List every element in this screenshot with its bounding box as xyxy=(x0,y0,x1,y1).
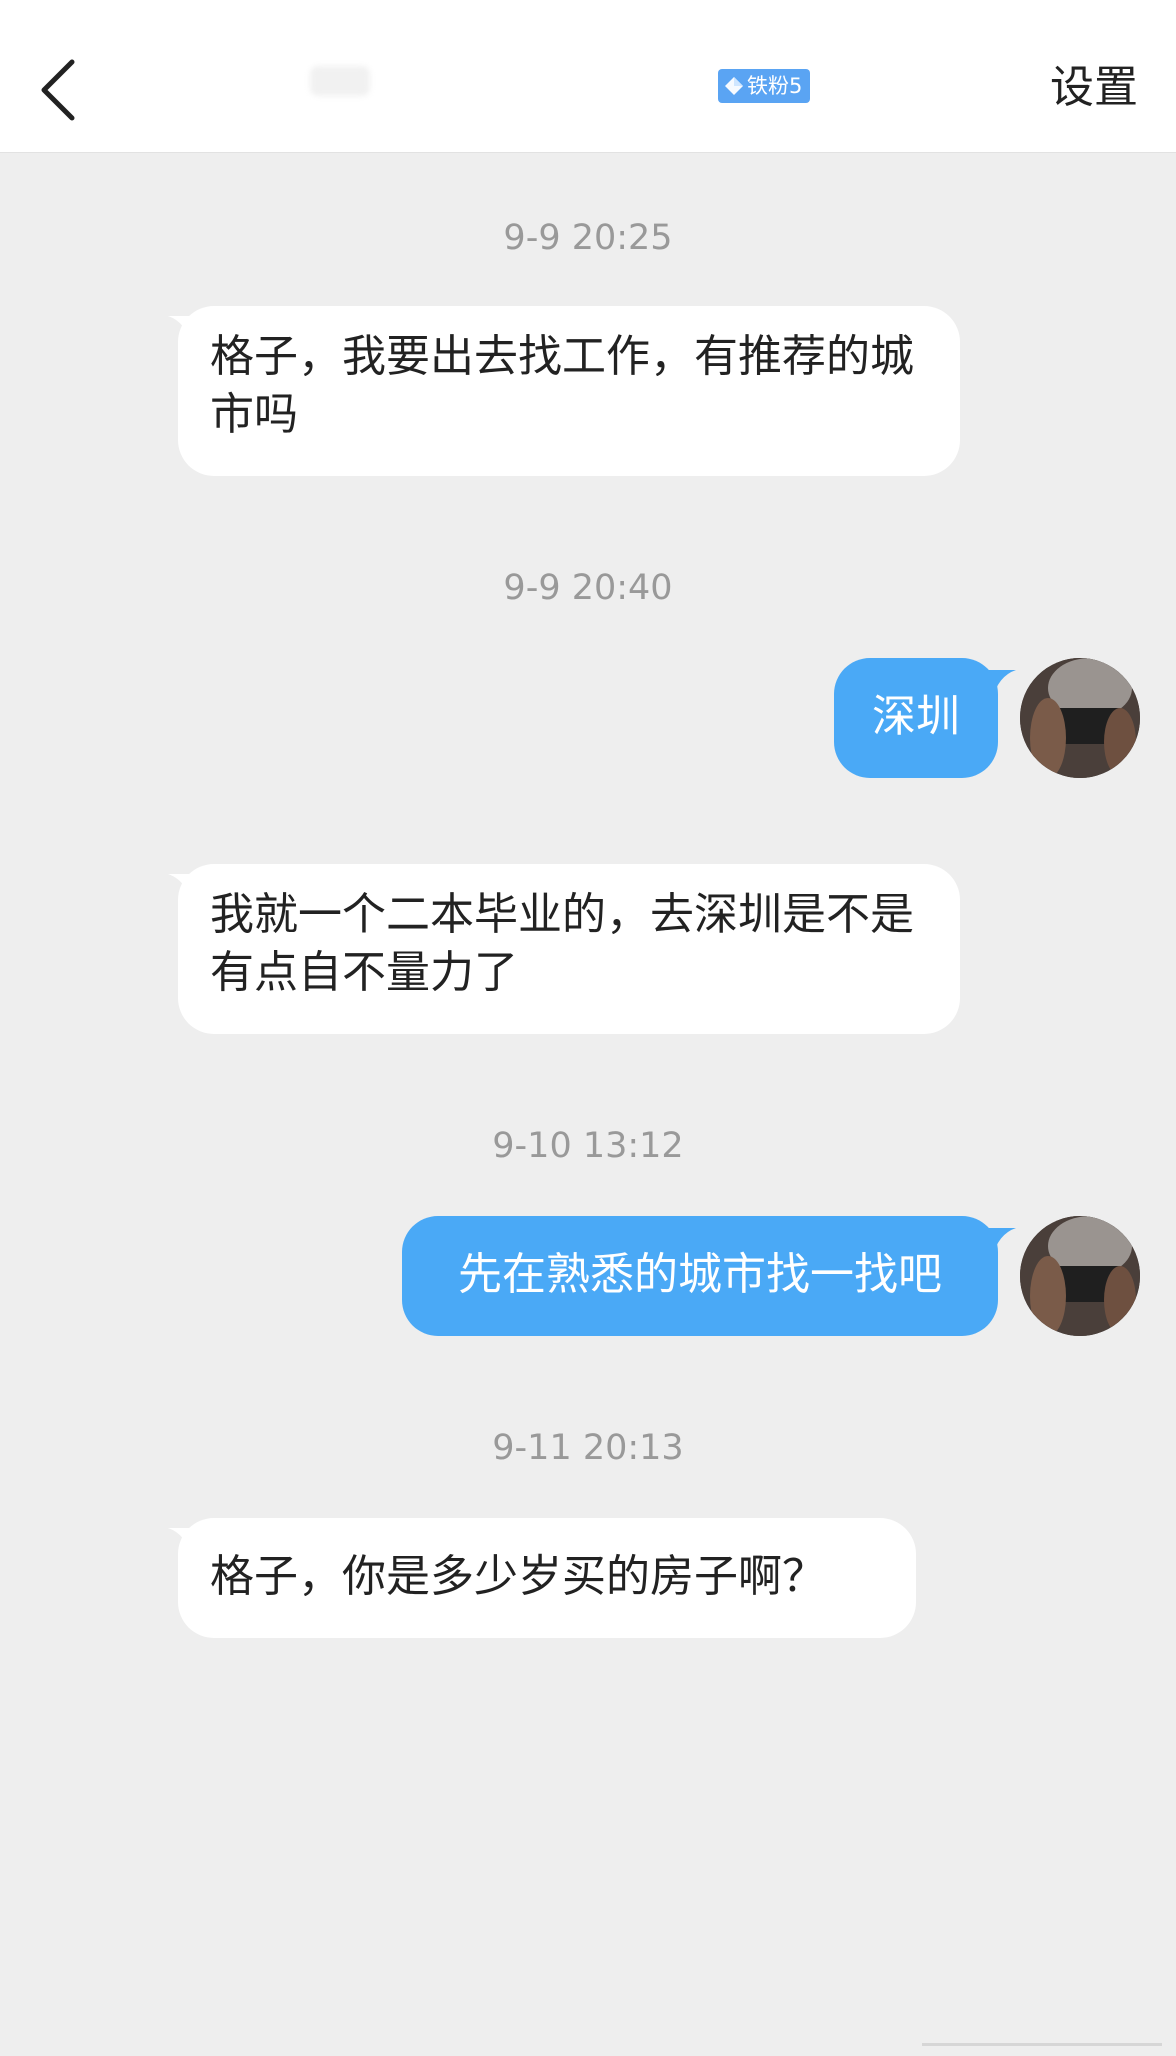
timestamp: 9-9 20:25 xyxy=(503,218,673,258)
contact-name-redacted xyxy=(310,66,370,96)
message-bubble-outgoing[interactable]: 深圳 xyxy=(834,658,998,778)
timestamp: 9-9 20:40 xyxy=(503,568,673,608)
diamond-icon xyxy=(725,77,743,95)
avatar-image xyxy=(1020,658,1140,778)
message-bubble-incoming[interactable]: 我就一个二本毕业的，去深圳是不是有点自不量力了 xyxy=(178,864,960,1034)
top-bar: 铁粉5 设置 xyxy=(0,0,1176,153)
back-button[interactable] xyxy=(30,50,90,130)
settings-button[interactable]: 设置 xyxy=(1050,56,1138,120)
avatar[interactable] xyxy=(1020,658,1140,778)
message-bubble-incoming[interactable]: 格子，我要出去找工作，有推荐的城市吗 xyxy=(178,306,960,476)
badge-label: 铁粉5 xyxy=(747,74,803,98)
fan-level-badge: 铁粉5 xyxy=(718,69,811,103)
message-bubble-outgoing[interactable]: 先在熟悉的城市找一找吧 xyxy=(402,1216,998,1336)
home-indicator xyxy=(922,2031,1162,2046)
timestamp: 9-11 20:13 xyxy=(492,1428,684,1468)
avatar[interactable] xyxy=(1020,1216,1140,1336)
timestamp: 9-10 13:12 xyxy=(492,1126,684,1166)
message-bubble-incoming[interactable]: 格子，你是多少岁买的房子啊？ xyxy=(178,1518,916,1638)
chevron-left-icon xyxy=(41,59,75,121)
avatar-image xyxy=(1020,1216,1140,1336)
